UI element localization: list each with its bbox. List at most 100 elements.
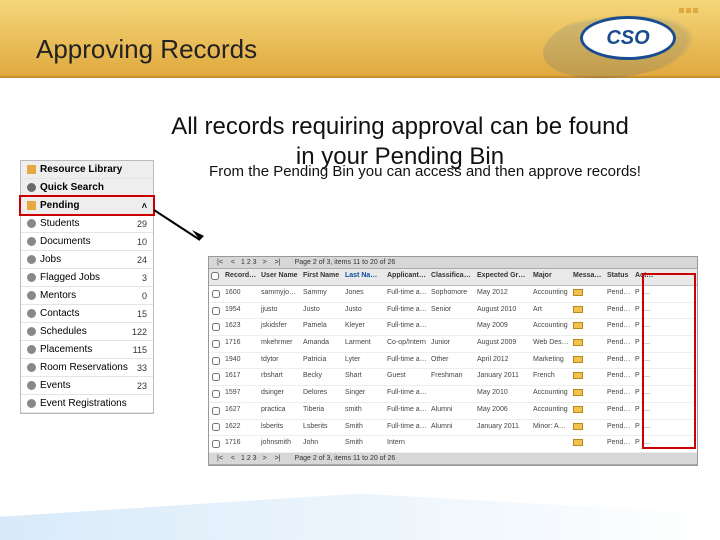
row-checkbox[interactable] <box>212 307 220 315</box>
cell-activity[interactable]: P R D S A <box>633 420 657 436</box>
mail-icon[interactable] <box>573 389 583 396</box>
cell-messaging[interactable] <box>571 319 605 335</box>
cell-messaging[interactable] <box>571 303 605 319</box>
next-page-button[interactable]: > <box>261 259 269 266</box>
sidebar-item[interactable]: Documents10 <box>21 233 153 251</box>
col-activity[interactable]: Activity <box>633 269 657 285</box>
row-checkbox-cell[interactable] <box>209 353 223 369</box>
table-row[interactable]: 1600sammyjonesSammyJonesFull-time and Pa… <box>209 286 697 303</box>
col-major[interactable]: Major <box>531 269 571 285</box>
cell-activity[interactable]: P R D S A <box>633 286 657 302</box>
table-row[interactable]: 1716mkehrmerAmandaLarmentCo-op/InternJun… <box>209 336 697 353</box>
cell-messaging[interactable] <box>571 286 605 302</box>
cell-messaging[interactable] <box>571 336 605 352</box>
sidebar-item[interactable]: Contacts15 <box>21 305 153 323</box>
sidebar-item[interactable]: Flagged Jobs3 <box>21 269 153 287</box>
mail-icon[interactable] <box>573 306 583 313</box>
last-page-button[interactable]: >| <box>273 455 283 462</box>
mail-icon[interactable] <box>573 406 583 413</box>
col-last-name[interactable]: Last Name <box>343 269 385 285</box>
row-checkbox[interactable] <box>212 390 220 398</box>
sidebar-pending[interactable]: Pending ˄ <box>21 197 153 215</box>
row-checkbox[interactable] <box>212 340 220 348</box>
col-record-id[interactable]: Record ID <box>223 269 259 285</box>
sidebar-item[interactable]: Schedules122 <box>21 323 153 341</box>
sidebar-item-count: 3 <box>142 273 147 283</box>
row-checkbox[interactable] <box>212 423 220 431</box>
col-checkbox[interactable] <box>209 269 223 285</box>
sidebar-item[interactable]: Events23 <box>21 377 153 395</box>
cell-messaging[interactable] <box>571 369 605 385</box>
table-row[interactable]: 1954jjustoJustoJustoFull-time and Part-t… <box>209 303 697 320</box>
row-checkbox-cell[interactable] <box>209 303 223 319</box>
prev-page-button[interactable]: < <box>229 259 237 266</box>
table-row[interactable]: 1622lsberitsLsberitsSmithFull-time and P… <box>209 420 697 437</box>
row-checkbox-cell[interactable] <box>209 319 223 335</box>
first-page-button[interactable]: |< <box>215 455 225 462</box>
table-row[interactable]: 1623jskidsferPamelaKleyerFull-time and P… <box>209 319 697 336</box>
cell-activity[interactable]: P R D S A <box>633 303 657 319</box>
col-classification[interactable]: Classification <box>429 269 475 285</box>
mail-icon[interactable] <box>573 356 583 363</box>
row-checkbox-cell[interactable] <box>209 436 223 452</box>
last-page-button[interactable]: >| <box>273 259 283 266</box>
row-checkbox[interactable] <box>212 290 220 298</box>
col-expected-graduation[interactable]: Expected Graduation <box>475 269 531 285</box>
row-checkbox-cell[interactable] <box>209 403 223 419</box>
row-checkbox-cell[interactable] <box>209 336 223 352</box>
page-links[interactable]: 1 2 3 <box>241 455 257 462</box>
col-messaging[interactable]: Messaging <box>571 269 605 285</box>
prev-page-button[interactable]: < <box>229 455 237 462</box>
select-all-checkbox[interactable] <box>211 272 219 280</box>
sidebar-item[interactable]: Event Registrations <box>21 395 153 413</box>
col-first-name[interactable]: First Name <box>301 269 343 285</box>
cell-last-name: smith <box>343 403 385 419</box>
table-row[interactable]: 1617rbshartBeckyShartGuestFreshmanJanuar… <box>209 369 697 386</box>
cell-activity[interactable]: P R D S A <box>633 369 657 385</box>
table-row[interactable]: 1940tdytorPatriciaLyterFull-time and Par… <box>209 353 697 370</box>
row-checkbox[interactable] <box>212 440 220 448</box>
sidebar-item[interactable]: Placements115 <box>21 341 153 359</box>
cell-activity[interactable]: P R D S A <box>633 403 657 419</box>
cell-activity[interactable]: P R D B A <box>633 319 657 335</box>
row-checkbox[interactable] <box>212 357 220 365</box>
row-checkbox-cell[interactable] <box>209 386 223 402</box>
table-row[interactable]: 1597dsingerDeloresSingerFull-time and Pa… <box>209 386 697 403</box>
sidebar-item[interactable]: Mentors0 <box>21 287 153 305</box>
row-checkbox-cell[interactable] <box>209 369 223 385</box>
mail-icon[interactable] <box>573 289 583 296</box>
mail-icon[interactable] <box>573 339 583 346</box>
mail-icon[interactable] <box>573 322 583 329</box>
sidebar-item[interactable]: Students29 <box>21 215 153 233</box>
sidebar-item[interactable]: Jobs24 <box>21 251 153 269</box>
page-links[interactable]: 1 2 3 <box>241 259 257 266</box>
col-user-name[interactable]: User Name <box>259 269 301 285</box>
first-page-button[interactable]: |< <box>215 259 225 266</box>
row-checkbox[interactable] <box>212 323 220 331</box>
mail-icon[interactable] <box>573 439 583 446</box>
cell-activity[interactable]: P R D S A <box>633 353 657 369</box>
sidebar-resource-library[interactable]: Resource Library <box>21 161 153 179</box>
sidebar-item[interactable]: Room Reservations33 <box>21 359 153 377</box>
table-row[interactable]: 1627practicaTiberiasmithFull-time and Pa… <box>209 403 697 420</box>
mail-icon[interactable] <box>573 423 583 430</box>
cell-messaging[interactable] <box>571 420 605 436</box>
table-row[interactable]: 1716johnsmithJohnSmithInternPendingP R D… <box>209 436 697 453</box>
row-checkbox[interactable] <box>212 373 220 381</box>
col-applicant-type[interactable]: Applicant Type <box>385 269 429 285</box>
cell-activity[interactable]: P R D S A <box>633 336 657 352</box>
row-checkbox-cell[interactable] <box>209 420 223 436</box>
cell-messaging[interactable] <box>571 436 605 452</box>
sidebar-quick-search[interactable]: Quick Search <box>21 179 153 197</box>
cell-activity[interactable]: P R D S A <box>633 436 657 452</box>
col-status[interactable]: Status <box>605 269 633 285</box>
cell-status: Pending <box>605 386 633 402</box>
mail-icon[interactable] <box>573 372 583 379</box>
row-checkbox-cell[interactable] <box>209 286 223 302</box>
cell-messaging[interactable] <box>571 353 605 369</box>
row-checkbox[interactable] <box>212 407 220 415</box>
cell-messaging[interactable] <box>571 403 605 419</box>
cell-activity[interactable]: P R D S A <box>633 386 657 402</box>
next-page-button[interactable]: > <box>261 455 269 462</box>
cell-messaging[interactable] <box>571 386 605 402</box>
